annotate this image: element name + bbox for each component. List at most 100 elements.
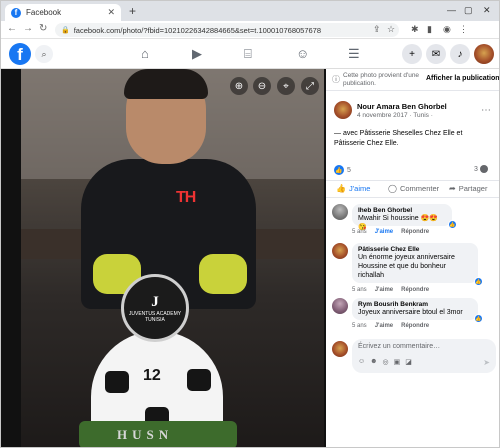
address-bar-row: ← → ↻ 🔒 facebook.com/photo/?fbid=1021022…	[1, 21, 499, 39]
camera-icon[interactable]: ◎	[383, 358, 389, 366]
juventus-logo: J	[151, 293, 159, 310]
comment-actions: 5 ans J'aime Répondre	[352, 229, 429, 235]
facebook-top-bar: f ⌕ ⌂ ▶ ⌸ ☺ ☰ + ✉ ♪	[1, 39, 499, 69]
comment-like-button[interactable]: J'aime	[375, 229, 393, 235]
commenter-avatar[interactable]	[332, 298, 348, 314]
forward-arrow-icon[interactable]: →	[23, 23, 33, 34]
close-tab-icon[interactable]: ✕	[107, 7, 115, 18]
commenter-avatar[interactable]	[332, 204, 348, 220]
comment-text: Joyeux anniversaire btoul el 3mor	[358, 309, 463, 316]
author-name[interactable]: Nour Amara Ben Ghorbel	[357, 102, 447, 111]
fullscreen-icon[interactable]: ⤢	[301, 77, 319, 95]
commenter-name[interactable]: Iheb Ben Ghorbel	[358, 207, 446, 214]
comment-time[interactable]: 5 ans	[352, 229, 367, 235]
reload-icon[interactable]: ↻	[39, 23, 47, 34]
share-label: Partager	[458, 184, 488, 193]
emoji-icon[interactable]: ☻	[370, 358, 377, 366]
comment-reply-button[interactable]: Répondre	[401, 287, 429, 293]
like-label: J'aime	[348, 184, 371, 193]
commenter-name[interactable]: Rym Bousrih Benkram	[358, 301, 472, 308]
messenger-icon[interactable]: ✉	[426, 44, 446, 64]
comment-count[interactable]: 3	[474, 165, 488, 173]
home-icon[interactable]: ⌂	[141, 46, 149, 61]
commenter-avatar[interactable]	[332, 243, 348, 259]
close-window-button[interactable]: ✕	[483, 5, 491, 16]
new-tab-button[interactable]: +	[129, 4, 136, 18]
my-avatar[interactable]	[332, 341, 348, 357]
url-field[interactable]: 🔒 facebook.com/photo/?fbid=1021022634288…	[55, 23, 399, 37]
comment-count-number: 3	[474, 165, 478, 173]
plaque-text: JUVENTUS ACADEMY TUNISIA	[128, 310, 182, 323]
comment-input[interactable]: Écrivez un commentaire… ☺ ☻ ◎ ▣ ◪ ➤	[352, 339, 496, 373]
author-avatar[interactable]	[334, 101, 352, 119]
comment-label: Commenter	[399, 184, 440, 193]
goalkeeper-glove-right	[199, 254, 247, 294]
tab-title: Facebook	[26, 8, 62, 17]
ball-patch	[105, 371, 129, 393]
comment-like-badge-icon[interactable]: 👍	[448, 220, 457, 229]
comment-like-badge-icon[interactable]: 👍	[474, 277, 483, 286]
comment-time[interactable]: 5 ans	[352, 323, 367, 329]
shirt-logo: TH	[176, 189, 196, 206]
share-page-icon[interactable]: ⇪	[373, 24, 381, 35]
maximize-button[interactable]: ▢	[464, 5, 473, 16]
lock-icon: 🔒	[61, 27, 70, 34]
reaction-count: 5	[347, 166, 351, 174]
ball-patch	[187, 369, 211, 391]
gif-icon[interactable]: ▣	[394, 358, 401, 366]
back-arrow-icon[interactable]: ←	[7, 23, 17, 34]
notifications-bell-icon[interactable]: ♪	[450, 44, 470, 64]
photo-hair	[124, 69, 208, 99]
send-icon[interactable]: ➤	[483, 358, 490, 367]
create-plus-icon[interactable]: +	[402, 44, 422, 64]
tag-icon[interactable]: ⌖	[277, 77, 295, 95]
avatar-sticker-icon[interactable]: ☺	[358, 358, 365, 366]
post-side-panel: ⓘ Cette photo provient d'une publication…	[326, 69, 499, 447]
sticker-icon[interactable]: ◪	[405, 358, 412, 366]
comment-reply-button[interactable]: Répondre	[401, 323, 429, 329]
browser-window: f Facebook ✕ + — ▢ ✕ ← → ↻ 🔒 facebook.co…	[0, 0, 500, 448]
view-post-button[interactable]: Afficher la publication	[426, 75, 499, 82]
comment-actions: 5 ans J'aime Répondre	[352, 287, 429, 293]
facebook-logo-icon[interactable]: f	[9, 43, 31, 65]
comment-like-button[interactable]: J'aime	[375, 287, 393, 293]
post-meta: 4 novembre 2017 · Tunis ·	[357, 112, 433, 119]
zoom-out-icon[interactable]: ⊖	[253, 77, 271, 95]
like-button[interactable]: 👍 J'aime	[336, 184, 370, 193]
zoom-in-icon[interactable]: ⊕	[230, 77, 248, 95]
side-panel-icon[interactable]: ▮	[427, 24, 432, 35]
post-caption: — avec Pâtisserie Sheselles Chez Elle et…	[334, 130, 463, 147]
share-icon: ➦	[449, 184, 456, 193]
search-icon[interactable]: ⌕	[35, 45, 53, 63]
browser-tab[interactable]: f Facebook ✕	[5, 4, 121, 21]
bookmark-star-icon[interactable]: ☆	[387, 24, 395, 35]
cake-number: 12	[143, 367, 161, 384]
comment-reply-button[interactable]: Répondre	[401, 229, 429, 235]
reaction-summary[interactable]: 👍 5	[334, 165, 351, 175]
notice-text: Cette photo provient d'une publication.	[343, 72, 420, 87]
account-avatar[interactable]	[474, 44, 494, 64]
menu-icon[interactable]: ☰	[348, 46, 360, 62]
comment-like-button[interactable]: J'aime	[375, 323, 393, 329]
marketplace-icon[interactable]: ⌸	[244, 46, 252, 62]
browser-menu-icon[interactable]: ⋮	[459, 24, 468, 35]
juventus-plaque: J JUVENTUS ACADEMY TUNISIA	[121, 274, 189, 342]
tab-strip: f Facebook ✕ + — ▢ ✕	[1, 1, 499, 21]
photo-viewer[interactable]: TH 12 HUSN J JUVENTUS ACADEMY TUNISIA ⊕ …	[1, 69, 326, 447]
minimize-button[interactable]: —	[447, 5, 456, 15]
like-reaction-icon: 👍	[334, 165, 344, 175]
extensions-icon[interactable]: ✱	[411, 24, 419, 35]
birthday-photo: TH 12 HUSN J JUVENTUS ACADEMY TUNISIA	[21, 69, 324, 447]
comment-button[interactable]: ◯ Commenter	[388, 184, 439, 193]
share-button[interactable]: ➦ Partager	[449, 184, 487, 193]
groups-icon[interactable]: ☺	[296, 46, 309, 61]
post-actions: 👍 J'aime ◯ Commenter ➦ Partager	[326, 180, 499, 198]
comment-like-badge-icon[interactable]: 👍	[474, 314, 483, 323]
comment-icon: ◯	[388, 184, 397, 193]
commenter-name[interactable]: Pâtisserie Chez Elle	[358, 246, 472, 253]
comment-time[interactable]: 5 ans	[352, 287, 367, 293]
comment-actions: 5 ans J'aime Répondre	[352, 323, 429, 329]
watch-icon[interactable]: ▶	[192, 46, 202, 62]
more-options-icon[interactable]: ⋯	[481, 105, 491, 116]
profile-icon[interactable]: ◉	[443, 24, 451, 35]
